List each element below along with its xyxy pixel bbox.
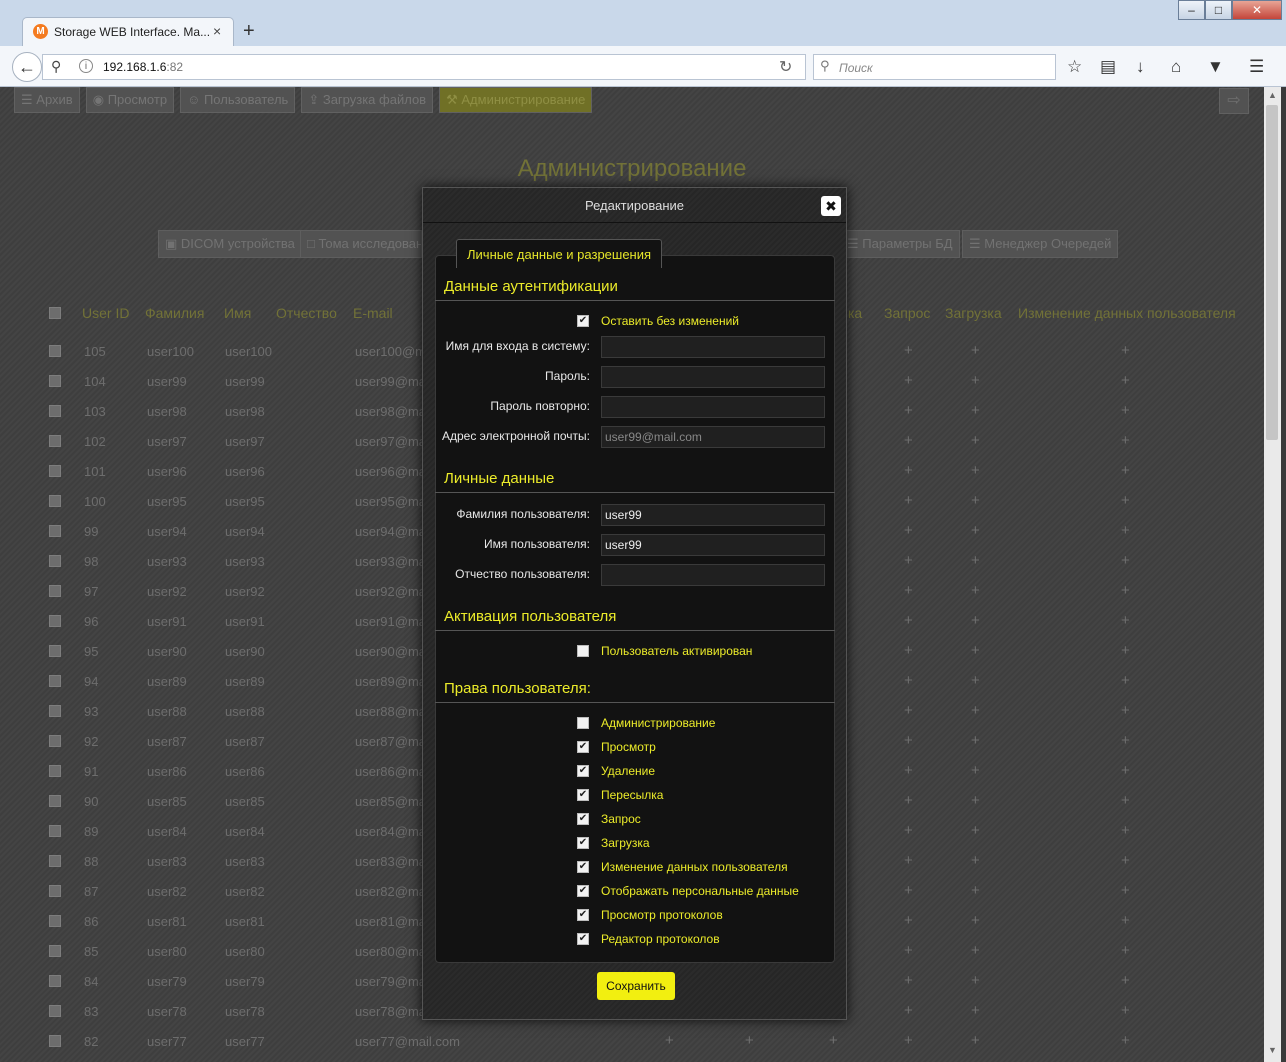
- divider: [423, 222, 846, 223]
- email-label: Адрес электронной почты:: [441, 429, 590, 443]
- search-placeholder: Поиск: [839, 61, 873, 75]
- browser-tab[interactable]: M Storage WEB Interface. Ma... ×: [22, 17, 234, 46]
- download-icon[interactable]: ↓: [1136, 57, 1145, 77]
- right-checkbox-6[interactable]: ✔: [577, 861, 589, 873]
- middle-name-label: Отчество пользователя:: [455, 567, 590, 581]
- user-activated-checkbox[interactable]: [577, 645, 589, 657]
- info-icon[interactable]: i: [79, 59, 93, 73]
- right-checkbox-3[interactable]: ✔: [577, 789, 589, 801]
- close-window-button[interactable]: ✕: [1232, 0, 1282, 20]
- divider: [435, 492, 835, 493]
- tab-close-icon[interactable]: ×: [213, 23, 221, 39]
- bookmark-star-icon[interactable]: ☆: [1067, 57, 1082, 77]
- back-arrow-icon[interactable]: ←: [12, 52, 42, 82]
- right-label-8: Просмотр протоколов: [601, 908, 723, 922]
- close-icon[interactable]: ✖: [821, 196, 841, 216]
- pocket-icon[interactable]: ▼: [1207, 57, 1224, 77]
- right-label-5: Загрузка: [601, 836, 650, 850]
- login-field[interactable]: [601, 336, 825, 358]
- home-icon[interactable]: ⌂: [1171, 57, 1181, 77]
- new-tab-button[interactable]: +: [243, 19, 255, 43]
- right-label-7: Отображать персональные данные: [601, 884, 799, 898]
- section-auth-title: Данные аутентификации: [444, 278, 618, 295]
- reload-icon[interactable]: ↻: [779, 57, 792, 77]
- password-repeat-field[interactable]: [601, 396, 825, 418]
- first-name-field[interactable]: user99: [601, 534, 825, 556]
- scroll-up-icon[interactable]: ▲: [1268, 90, 1277, 100]
- right-label-1: Просмотр: [601, 740, 656, 754]
- right-label-0: Администрирование: [601, 716, 716, 730]
- last-name-label: Фамилия пользователя:: [456, 507, 590, 521]
- search-input[interactable]: ⚲ Поиск: [813, 54, 1056, 80]
- first-name-label: Имя пользователя:: [483, 537, 590, 551]
- maximize-button[interactable]: □: [1205, 0, 1232, 20]
- menu-icon[interactable]: ☰: [1249, 57, 1264, 77]
- reading-list-icon[interactable]: ▤: [1100, 57, 1116, 77]
- right-label-3: Пересылка: [601, 788, 664, 802]
- app-favicon-icon: M: [33, 24, 48, 39]
- right-label-2: Удаление: [601, 764, 656, 778]
- browser-titlebar: M Storage WEB Interface. Ma... × + – □ ✕: [0, 0, 1286, 46]
- divider: [435, 300, 835, 301]
- section-activation-title: Активация пользователя: [444, 608, 617, 625]
- user-activated-label: Пользователь активирован: [601, 644, 753, 658]
- keep-unchanged-label: Оставить без изменений: [601, 314, 739, 328]
- dialog-title: Редактирование: [584, 198, 685, 213]
- right-checkbox-5[interactable]: ✔: [577, 837, 589, 849]
- keep-unchanged-checkbox[interactable]: ✔: [577, 315, 589, 327]
- scroll-down-icon[interactable]: ▼: [1268, 1045, 1277, 1055]
- search-icon: ⚲: [820, 58, 830, 73]
- right-label-4: Запрос: [601, 812, 641, 826]
- middle-name-field[interactable]: [601, 564, 825, 586]
- section-rights-title: Права пользователя:: [444, 680, 591, 697]
- address-bar[interactable]: ⚲ i 192.168.1.6:82 ↻: [42, 54, 806, 80]
- password-field[interactable]: [601, 366, 825, 388]
- right-checkbox-2[interactable]: ✔: [577, 765, 589, 777]
- right-checkbox-7[interactable]: ✔: [577, 885, 589, 897]
- right-checkbox-9[interactable]: ✔: [577, 933, 589, 945]
- divider: [435, 630, 835, 631]
- right-checkbox-1[interactable]: ✔: [577, 741, 589, 753]
- tab-personal-data[interactable]: Личные данные и разрешения: [456, 239, 663, 268]
- right-checkbox-0[interactable]: [577, 717, 589, 729]
- edit-user-dialog: Редактирование ✖ Личные данные и разреше…: [422, 187, 847, 1020]
- email-field[interactable]: user99@mail.com: [601, 426, 825, 448]
- right-label-9: Редактор протоколов: [601, 932, 720, 946]
- password-label: Пароль:: [545, 369, 590, 383]
- right-checkbox-8[interactable]: ✔: [577, 909, 589, 921]
- url-text: 192.168.1.6:82: [103, 60, 184, 74]
- password-repeat-label: Пароль повторно:: [490, 399, 590, 413]
- window-controls: – □ ✕: [1178, 0, 1282, 21]
- right-checkbox-4[interactable]: ✔: [577, 813, 589, 825]
- save-button[interactable]: Сохранить: [597, 972, 675, 1000]
- section-personal-title: Личные данные: [444, 470, 555, 487]
- right-label-6: Изменение данных пользователя: [601, 860, 788, 874]
- key-icon[interactable]: ⚲: [51, 58, 61, 75]
- browser-navbar: ← ⚲ i 192.168.1.6:82 ↻ ⚲ Поиск ☆ ▤ ↓ ⌂ ▼…: [0, 46, 1286, 87]
- last-name-field[interactable]: user99: [601, 504, 825, 526]
- tab-title: Storage WEB Interface. Ma...: [54, 25, 211, 39]
- minimize-button[interactable]: –: [1178, 0, 1205, 20]
- page-scrollbar[interactable]: ▲ ▼: [1264, 87, 1281, 1062]
- login-label: Имя для входа в систему:: [445, 339, 590, 353]
- divider: [435, 702, 835, 703]
- scroll-thumb[interactable]: [1266, 105, 1278, 440]
